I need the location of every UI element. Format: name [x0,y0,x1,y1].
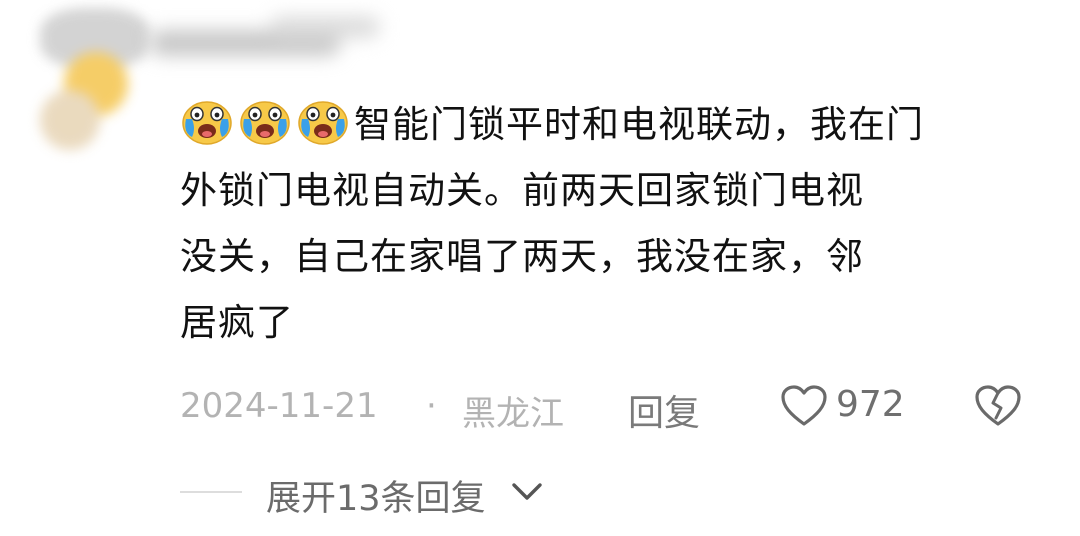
comment-location: 黑龙江 [462,394,564,434]
like-count: 972 [836,384,905,425]
expand-replies[interactable]: 展开13条回复 [180,466,680,519]
heart-icon[interactable] [780,384,828,428]
comment-date: 2024-11-21 [180,386,378,426]
expand-replies-label[interactable]: 展开13条回复 [266,470,486,521]
username-blurred[interactable] [150,10,380,80]
comment-line-4: 居疯了 [180,301,294,344]
divider-line [180,491,242,493]
comment-line-3: 没关，自己在家唱了两天，我没在家，邻 [180,235,864,278]
crying-face-emoji-icon [182,101,232,145]
reply-button[interactable]: 回复 [628,384,700,436]
comment-line-1: 智能门锁平时和电视联动，我在门 [354,103,924,146]
avatar[interactable] [30,0,150,160]
emoji-group [180,101,354,146]
comment-text: 智能门锁平时和电视联动，我在门 外锁门电视自动关。前两天回家锁门电视 没关，自己… [180,92,1040,356]
crying-face-emoji-icon [240,101,290,145]
meta-separator: · [426,386,437,426]
chevron-down-icon[interactable] [510,478,544,504]
broken-heart-icon[interactable] [974,384,1022,428]
comment-meta: 2024-11-21 · 黑龙江 回复 972 [180,380,1060,434]
comment-line-2: 外锁门电视自动关。前两天回家锁门电视 [180,169,864,212]
crying-face-emoji-icon [298,101,348,145]
